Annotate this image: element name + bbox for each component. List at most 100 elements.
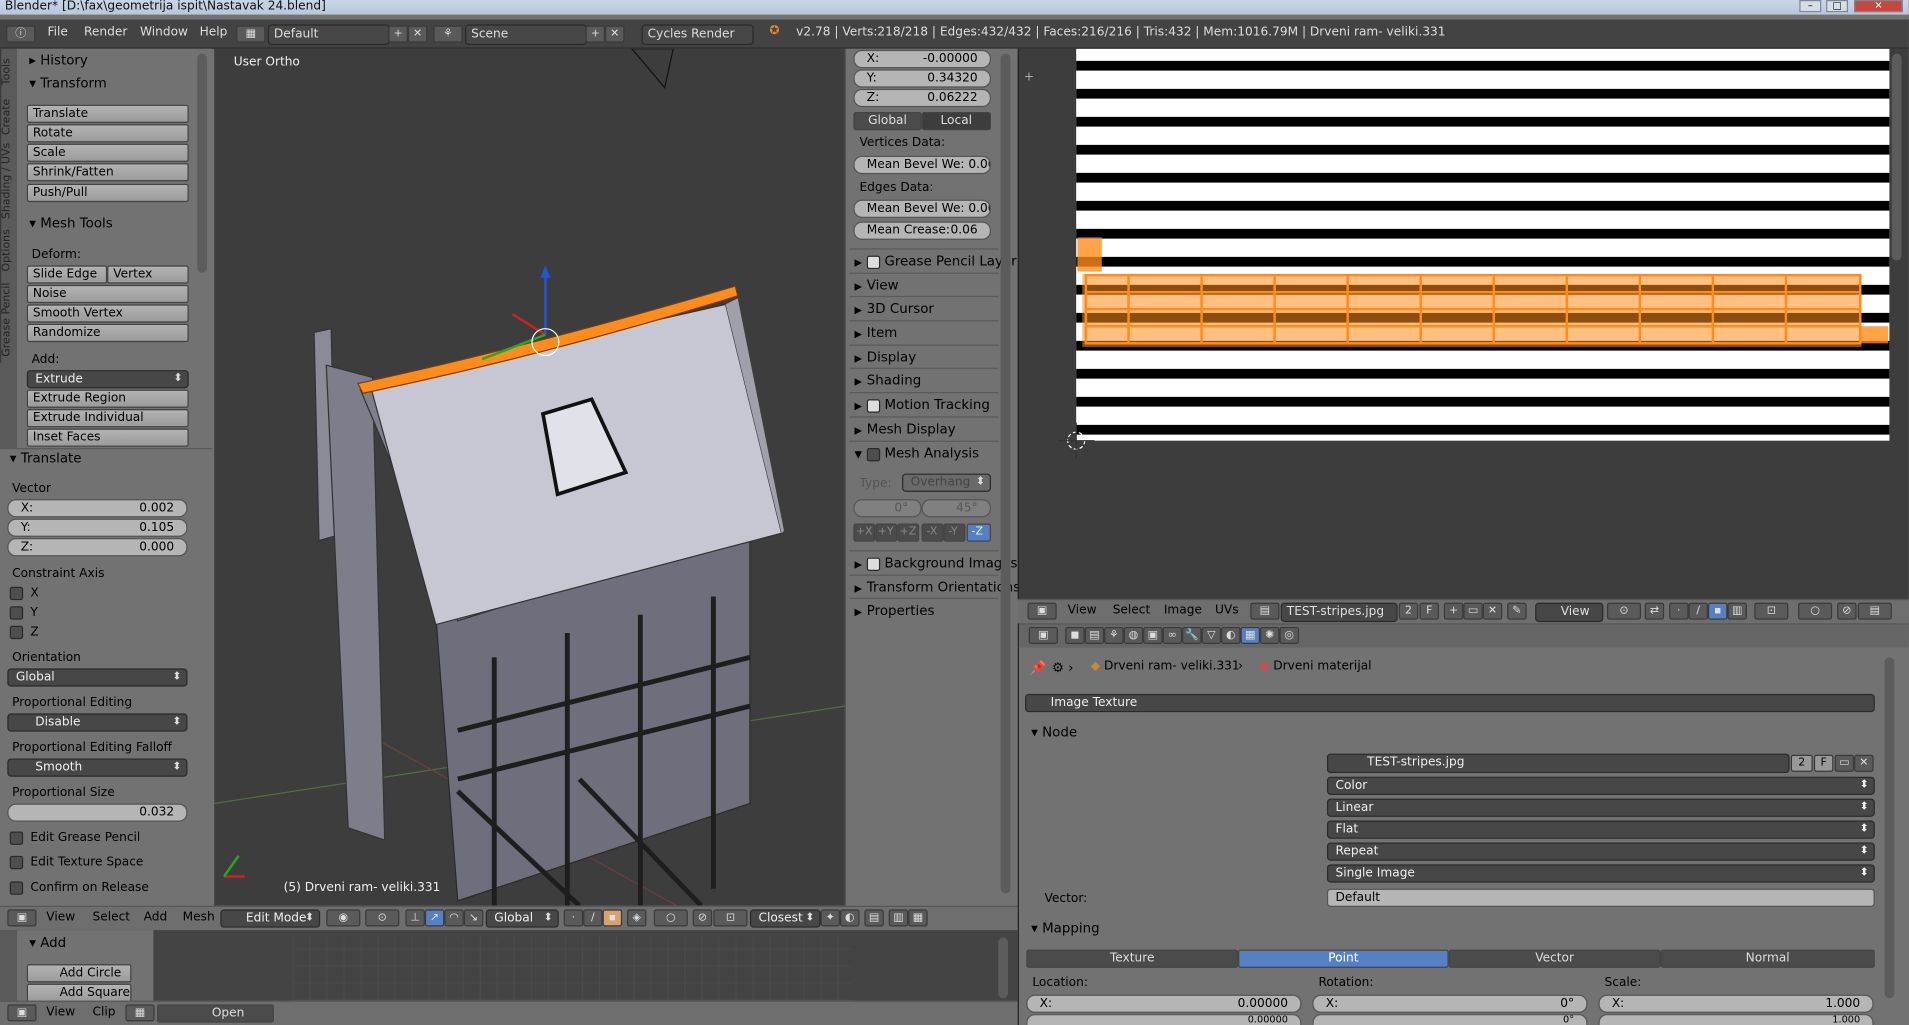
image-scrollbar[interactable] [1891, 53, 1902, 261]
uv-snap-element-icon[interactable]: ▤ [1857, 602, 1892, 620]
randomize-button[interactable]: Randomize [26, 323, 189, 343]
snap-align-icon[interactable]: ✦ [820, 909, 841, 927]
snap-toggle-icon[interactable]: ⊘ [692, 909, 713, 927]
source-select[interactable]: Single Image [1326, 864, 1875, 883]
node-open-image-icon[interactable]: ▭ [1834, 754, 1855, 772]
motion-tracking-checkbox[interactable] [866, 398, 881, 413]
3d-viewport[interactable]: User Ortho (5) Drveni ram- veliki.331 [214, 48, 845, 906]
transform-header[interactable]: ▾ Transform [29, 75, 107, 91]
slide-edge-button[interactable]: Slide Edge [26, 265, 108, 284]
face-select-icon[interactable]: ▪ [602, 909, 623, 927]
uv-snap-icon[interactable]: ⊘ [1837, 602, 1857, 620]
viewport-menu-view[interactable]: View [46, 911, 75, 924]
location-y-field[interactable]: 0.00000 [1026, 1014, 1302, 1025]
interpolation-select[interactable]: Linear [1326, 798, 1875, 817]
add-circle-button[interactable]: Add Circle [26, 964, 132, 983]
scene-field[interactable]: Scene [465, 24, 587, 46]
screen-layout-field[interactable]: Default [267, 24, 390, 46]
extension-select[interactable]: Repeat [1326, 842, 1875, 861]
maximize-button[interactable]: □ [1826, 0, 1849, 13]
viewport-menu-mesh[interactable]: Mesh [183, 911, 215, 924]
confirm-on-release-checkbox[interactable] [9, 881, 24, 895]
mode-select[interactable]: Edit Mode [220, 909, 321, 928]
menu-render[interactable]: Render [84, 26, 127, 39]
add-square-button[interactable]: Add Square [26, 983, 132, 1002]
mapping-tab-texture[interactable]: Texture [1026, 949, 1239, 968]
opengl-render-icon[interactable]: ▤ [864, 909, 884, 927]
edge-bevel-weight-field[interactable]: Mean Bevel We: 0.00 [853, 199, 991, 218]
translate-manipulator-icon[interactable]: ↗ [424, 909, 445, 927]
pivot-icon[interactable]: ⊙ [1606, 602, 1642, 620]
mapping-panel-header[interactable]: ▾ Mapping [1031, 920, 1099, 936]
world-tab-icon[interactable]: ◍ [1123, 626, 1144, 645]
n-panel-scrollbar[interactable] [1000, 53, 1011, 894]
data-tab-icon[interactable]: ▽ [1201, 626, 1222, 645]
image-menu-view[interactable]: View [1068, 604, 1097, 617]
editor-type-3d-icon[interactable]: ▣ [7, 909, 37, 927]
rotation-y-field[interactable]: 0° [1312, 1014, 1588, 1025]
rotate-manipulator-icon[interactable]: ◠ [444, 909, 464, 927]
clip-scrollbar[interactable] [998, 937, 1009, 999]
noise-button[interactable]: Noise [26, 284, 189, 304]
local-toggle[interactable]: Local [921, 112, 991, 131]
proportional-edit-icon[interactable]: ○ [653, 909, 688, 927]
shrink-fatten-button[interactable]: Shrink/Fatten [26, 163, 189, 182]
edit-grease-pencil-checkbox[interactable] [9, 831, 24, 845]
new-image-icon[interactable]: + [1443, 602, 1464, 620]
global-toggle[interactable]: Global [853, 112, 922, 131]
modifiers-tab-icon[interactable]: 🔧 [1182, 626, 1202, 645]
sync-selection-icon[interactable]: ⇄ [1644, 602, 1665, 620]
uv-vertex-select-icon[interactable]: · [1669, 602, 1689, 620]
pivot-point-icon[interactable]: ⊙ [365, 909, 400, 927]
uv-edge-select-icon[interactable]: / [1688, 602, 1709, 620]
menu-help[interactable]: Help [200, 26, 228, 39]
3d-cursor-section[interactable]: ▶ 3D Cursor [849, 295, 999, 319]
minimize-button[interactable]: – [1799, 0, 1822, 13]
toolshelf-toggle-icon[interactable]: + [1024, 71, 1034, 84]
constraint-y-checkbox[interactable] [9, 606, 24, 620]
render-anim-icon[interactable]: ▥ [888, 909, 909, 927]
manipulator-icon[interactable]: ⊥ [405, 909, 425, 927]
rotate-button[interactable]: Rotate [26, 124, 189, 143]
image-browse-icon[interactable]: ▤ [1250, 602, 1280, 620]
pin-image-icon[interactable]: ✎ [1507, 602, 1527, 620]
snap-project-icon[interactable]: ◐ [840, 909, 860, 927]
add-scene-icon[interactable]: + [585, 25, 606, 43]
mesh-display-section[interactable]: ▶ Mesh Display [849, 416, 999, 439]
grease-pencil-layer-section[interactable]: ▶ Grease Pencil Layer [849, 248, 1017, 271]
extrude-select[interactable]: Extrude [26, 370, 189, 389]
open-clip-button[interactable]: Open [157, 1004, 274, 1023]
snap-target-select[interactable]: Closest [749, 909, 821, 928]
remove-scene-icon[interactable]: ✕ [605, 25, 625, 43]
vertex-select-icon[interactable]: · [563, 909, 584, 927]
location-x-field[interactable]: X: 0.00000 [1026, 994, 1302, 1013]
inset-faces-button[interactable]: Inset Faces [26, 428, 189, 447]
mapping-tab-vector[interactable]: Vector [1448, 949, 1661, 968]
constraint-z-checkbox[interactable] [9, 625, 24, 640]
push-pull-button[interactable]: Push/Pull [26, 183, 189, 203]
node-image-field[interactable]: TEST-stripes.jpg [1326, 753, 1790, 774]
add-panel-header[interactable]: ▾ Add [29, 935, 66, 951]
orientation-select[interactable]: Global [7, 668, 188, 687]
clip-browse-icon[interactable]: ▦ [125, 1004, 155, 1022]
projection-select[interactable]: Flat [1326, 820, 1875, 839]
mapping-tab-point[interactable]: Point [1238, 949, 1449, 968]
uv-proportional-icon[interactable]: ○ [1798, 602, 1833, 620]
node-type-select[interactable]: Image Texture [1025, 693, 1875, 713]
background-images-checkbox[interactable] [866, 556, 881, 571]
uv-image-editor[interactable]: + [1017, 48, 1909, 599]
sticky-select-icon[interactable]: ⊡ [1754, 602, 1789, 620]
render-engine-select[interactable]: Cycles Render [641, 24, 754, 46]
smooth-vertex-button[interactable]: Smooth Vertex [26, 304, 189, 323]
editor-type-info-icon[interactable]: ⓘ [6, 25, 36, 43]
scale-manipulator-icon[interactable]: ↘ [463, 909, 484, 927]
material-tab-icon[interactable]: ◐ [1221, 626, 1241, 645]
tab-tools[interactable]: Tools [0, 48, 18, 95]
color-space-select[interactable]: Color [1326, 776, 1875, 795]
transform-orientation-select[interactable]: Global [485, 909, 559, 928]
constraint-x-checkbox[interactable] [9, 586, 24, 601]
screen-layout-icon[interactable]: ▦ [236, 25, 266, 43]
falloff-select[interactable]: Smooth [7, 758, 188, 777]
mean-crease-field[interactable]: Mean Crease: 0.06 [853, 221, 991, 240]
scale-x-field[interactable]: X: 1.000 [1598, 994, 1874, 1013]
